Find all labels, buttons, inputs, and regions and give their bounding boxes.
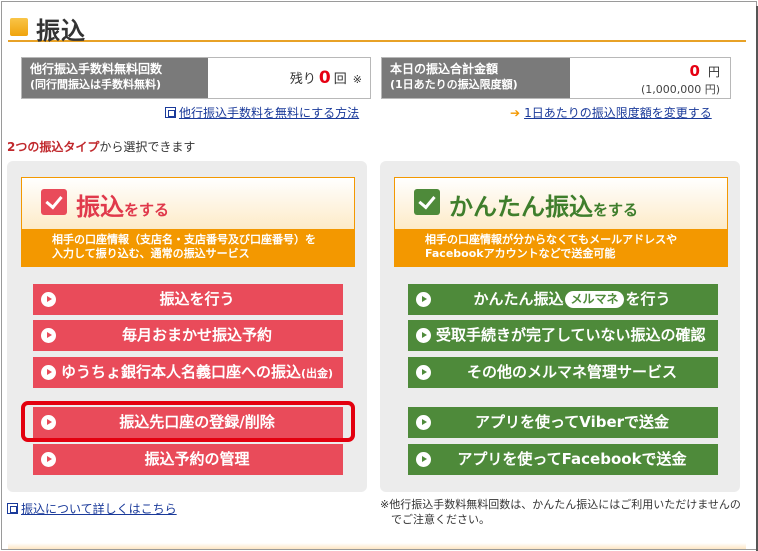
highlight-frame <box>21 401 355 442</box>
easy-transfer-post: を行う <box>625 290 671 308</box>
arrow-right-icon: ➔ <box>510 106 521 120</box>
do-easy-transfer-label: かんたん振込 メルマネ を行う <box>455 284 671 315</box>
daily-total-title: 本日の振込合計金額 <box>390 62 499 76</box>
window-icon <box>7 503 18 514</box>
own-account-transfer-label: ゆうちょ銀行本人名義口座への振込(出金) <box>33 357 333 389</box>
transfer-title-main: 振込 <box>76 193 124 221</box>
bottom-bar <box>8 543 746 549</box>
remaining-prefix: 残り <box>289 72 316 87</box>
own-account-transfer-small: (出金) <box>301 367 334 380</box>
transfer-card: 振込をする 相手の口座情報（支店名・支店番号及び口座番号）を 入力して振り込む、… <box>21 177 355 267</box>
transfer-panel: 振込をする 相手の口座情報（支店名・支店番号及び口座番号）を 入力して振り込む、… <box>7 161 367 492</box>
free-fee-method-link[interactable]: 他行振込手数料を無料にする方法 <box>165 104 359 121</box>
transfer-card-header: 振込をする <box>22 178 354 229</box>
daily-total-number: 0 <box>689 62 700 80</box>
pending-transfers-check-button[interactable]: 受取手続きが完了していない振込の確認 <box>408 320 718 351</box>
easy-desc-line1: 相手の口座情報が分からなくてもメールアドレスや <box>425 233 678 246</box>
transfer-card-description: 相手の口座情報（支店名・支店番号及び口座番号）を 入力して振り込む、通常の振込サ… <box>22 229 354 266</box>
viber-transfer-button[interactable]: アプリを使ってViberで送金 <box>408 407 718 438</box>
footnote: ※他行振込手数料無料回数は、かんたん振込にはご利用いただけませんの でご注意くだ… <box>380 497 750 527</box>
header-square-icon <box>10 18 28 36</box>
manage-scheduled-transfers-label: 振込予約の管理 <box>144 450 250 468</box>
play-icon <box>416 415 431 430</box>
daily-total-sublabel: (1日あたりの振込限度額) <box>390 78 518 91</box>
transfer-title-suffix: をする <box>124 201 170 219</box>
page-header: 振込 <box>8 8 746 45</box>
easy-transfer-title-main: かんたん振込 <box>449 193 593 221</box>
monthly-scheduled-transfer-label: 毎月おまかせ振込予約 <box>121 326 272 344</box>
pending-transfers-check-label: 受取手続きが完了していない振込の確認 <box>436 326 706 344</box>
facebook-transfer-label: アプリを使ってFacebookで送金 <box>457 450 687 468</box>
play-icon <box>41 292 56 307</box>
play-icon <box>41 328 56 343</box>
play-icon <box>416 328 431 343</box>
remaining-count: 残り 0 回 ※ <box>290 68 362 88</box>
easy-transfer-panel: かんたん振込をする 相手の口座情報が分からなくてもメールアドレスや Facebo… <box>380 161 740 492</box>
free-fee-method-link-text: 他行振込手数料を無料にする方法 <box>179 106 360 120</box>
easy-transfer-pre: かんたん振込 <box>473 290 564 308</box>
transfer-desc-line2: 入力して振り込む、通常の振込サービス <box>52 247 250 260</box>
daily-total-unit: 円 <box>707 65 720 79</box>
play-icon <box>416 292 431 307</box>
easy-transfer-title-suffix: をする <box>593 201 639 219</box>
transfer-details-link-text: 振込について詳しくはこちら <box>21 502 177 516</box>
remaining-number: 0 <box>318 68 331 88</box>
play-icon <box>41 365 56 380</box>
manage-scheduled-transfers-button[interactable]: 振込予約の管理 <box>33 444 343 475</box>
easy-transfer-card-header: かんたん振込をする <box>395 178 727 229</box>
easy-transfer-card: かんたん振込をする 相手の口座情報が分からなくてもメールアドレスや Facebo… <box>394 177 728 267</box>
daily-limit: (1,000,000 円) <box>640 83 720 96</box>
intro-highlight: 2つの振込タイプ <box>7 140 100 154</box>
daily-total-box: 本日の振込合計金額 (1日あたりの振込限度額) 0円 (1,000,000 円) <box>381 57 731 99</box>
melmane-badge: メルマネ <box>565 291 624 308</box>
fee-free-count-label: 他行振込手数料無料回数 (同行間振込は手数料無料) <box>22 58 208 98</box>
play-icon <box>41 452 56 467</box>
daily-total-amount: 0円 (1,000,000 円) <box>641 62 720 97</box>
transfer-card-title: 振込をする <box>76 187 169 222</box>
play-icon <box>416 452 431 467</box>
easy-transfer-card-description: 相手の口座情報が分からなくてもメールアドレスや Facebookアカウントなどで… <box>395 229 727 266</box>
easy-desc-line2: Facebookアカウントなどで送金可能 <box>425 247 616 260</box>
checkbox-icon <box>41 189 67 215</box>
monthly-scheduled-transfer-button[interactable]: 毎月おまかせ振込予約 <box>33 320 343 351</box>
transfer-details-link[interactable]: 振込について詳しくはこちら <box>7 500 177 517</box>
daily-total-label: 本日の振込合計金額 (1日あたりの振込限度額) <box>382 58 570 98</box>
fee-free-count-box: 他行振込手数料無料回数 (同行間振込は手数料無料) 残り 0 回 ※ <box>21 57 371 99</box>
intro-text: 2つの振込タイプから選択できます <box>7 138 195 155</box>
own-account-transfer-main: ゆうちょ銀行本人名義口座への振込 <box>61 363 302 381</box>
change-limit-link[interactable]: ➔ 1日あたりの振込限度額を変更する <box>510 104 712 121</box>
own-account-transfer-button[interactable]: ゆうちょ銀行本人名義口座への振込(出金) <box>33 357 343 388</box>
fee-free-count-sublabel: (同行間振込は手数料無料) <box>30 78 162 91</box>
do-easy-transfer-button[interactable]: かんたん振込 メルマネ を行う <box>408 284 718 315</box>
do-transfer-label: 振込を行う <box>159 290 235 308</box>
viber-transfer-label: アプリを使ってViberで送金 <box>474 413 670 431</box>
other-melmane-services-button[interactable]: その他のメルマネ管理サービス <box>408 357 718 388</box>
play-icon <box>416 365 431 380</box>
other-melmane-services-label: その他のメルマネ管理サービス <box>466 363 677 381</box>
change-limit-link-text: 1日あたりの振込限度額を変更する <box>524 106 712 120</box>
intro-rest: から選択できます <box>99 140 196 154</box>
do-transfer-button[interactable]: 振込を行う <box>33 284 343 315</box>
easy-transfer-card-title: かんたん振込をする <box>449 187 638 222</box>
remaining-unit: 回 <box>333 72 347 87</box>
footnote-line2: でご注意ください。 <box>391 513 490 526</box>
remaining-note-mark: ※ <box>352 73 362 86</box>
page-title: 振込 <box>36 17 86 45</box>
facebook-transfer-button[interactable]: アプリを使ってFacebookで送金 <box>408 444 718 475</box>
transfer-desc-line1: 相手の口座情報（支店名・支店番号及び口座番号）を <box>52 233 316 246</box>
window-icon <box>165 107 176 118</box>
checkbox-icon <box>414 189 440 215</box>
fee-free-count-title: 他行振込手数料無料回数 <box>30 62 163 76</box>
footnote-line1: ※他行振込手数料無料回数は、かんたん振込にはご利用いただけませんの <box>380 498 741 511</box>
